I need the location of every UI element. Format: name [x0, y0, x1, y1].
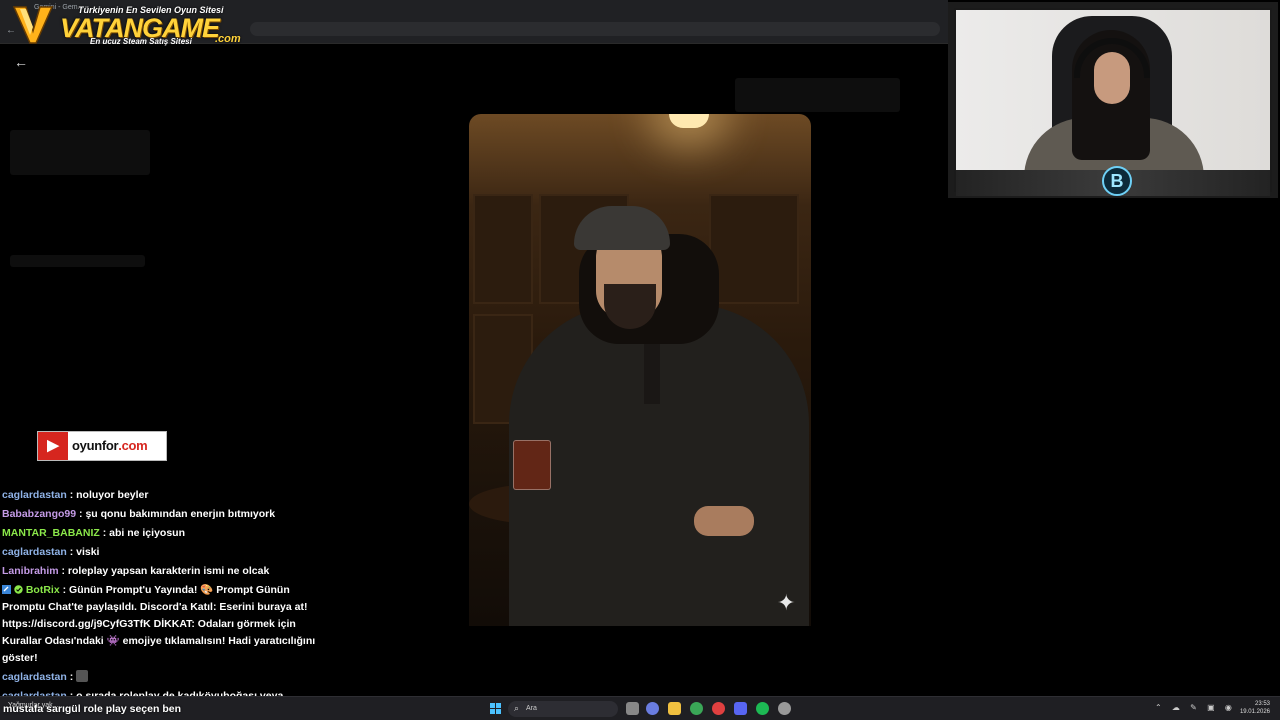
chat-text: : viski: [69, 546, 100, 558]
windows-start-icon[interactable]: [490, 703, 502, 715]
sidebar-ghost: [735, 78, 900, 112]
wood-panel: [709, 194, 799, 304]
vatangame-com: .com: [215, 33, 241, 45]
chrome-icon[interactable]: [690, 702, 703, 715]
chat-username: MANTAR_BABANIZ: [2, 527, 100, 539]
chat-username: caglardastan: [2, 489, 67, 501]
chat-username: caglardastan: [2, 546, 67, 558]
chat-message: Lanibrahim : roleplay yapsan karakterin …: [2, 563, 322, 580]
twitch-icon: ▶: [38, 432, 68, 460]
sidebar-ghost: [10, 255, 145, 267]
search-icon: ⌕: [514, 703, 520, 713]
chat-username: BotRix: [25, 584, 60, 596]
chat-message: Bababzango99 : şu qonu bakımından enerjı…: [2, 506, 322, 523]
clock[interactable]: 23:53 19.01.2026: [1240, 700, 1270, 716]
oyunfor-name-main: oyunfor: [72, 438, 119, 453]
back-arrow-icon[interactable]: ←: [14, 54, 28, 70]
chat-text: : roleplay yapsan karakterin ismi ne olc…: [61, 565, 270, 577]
file-explorer-icon[interactable]: [668, 702, 681, 715]
clock-date: 19.01.2026: [1239, 709, 1270, 715]
chat-text: :: [69, 671, 74, 683]
opera-icon[interactable]: [712, 702, 725, 715]
webcam-overlay: B: [948, 2, 1278, 198]
copilot-icon[interactable]: [646, 702, 659, 715]
emote-icon: [76, 670, 89, 682]
oyunfor-name-suffix: .com: [118, 438, 148, 453]
chat-username: Lanibrahim: [2, 565, 59, 577]
oyunfor-name: oyunfor.com: [72, 438, 148, 453]
chat-message: BotRix : Günün Prompt'u Yayında! 🎨 Promp…: [2, 582, 322, 667]
task-view-icon[interactable]: [626, 702, 639, 715]
chat-text: : şu qonu bakımından enerjın bıtmıyork: [79, 508, 276, 520]
wood-panel: [473, 194, 533, 304]
chat-overlay: caglardastan : noluyor beyler Bababzango…: [2, 487, 322, 707]
man-hand: [694, 506, 754, 536]
taskbar-search[interactable]: ⌕ Ara: [508, 701, 618, 717]
chat-text: : abi ne içiyosun: [102, 527, 185, 539]
address-bar[interactable]: [250, 22, 940, 36]
taskbar: Yağmurlar yak... ⌕ Ara ⌃ ☁ ✎ ▣ ◉ 23:53 1…: [0, 696, 1280, 720]
oyunfor-badge: ▶ oyunfor.com: [37, 431, 167, 461]
settings-icon[interactable]: [778, 702, 791, 715]
vatangame-logo: Türkiyenin En Sevilen Oyun Sitesi VATANG…: [12, 3, 242, 47]
chat-message: caglardastan : noluyor beyler: [2, 487, 322, 504]
whiskey-glass: [513, 440, 551, 490]
channel-logo-icon: B: [1102, 166, 1132, 196]
sidebar-ghost: [10, 130, 150, 175]
discord-icon[interactable]: [734, 702, 747, 715]
chat-message: MANTAR_BABANIZ : abi ne içiyosun: [2, 525, 322, 542]
chat-text: : Günün Prompt'u Yayında! 🎨 Prompt Günün…: [2, 584, 316, 664]
v-logo-icon: [12, 6, 54, 44]
lamp: [669, 114, 709, 128]
spotify-icon[interactable]: [756, 702, 769, 715]
generated-image[interactable]: [469, 114, 811, 626]
tray-icons[interactable]: ⌃ ☁ ✎ ▣ ◉: [1155, 703, 1236, 712]
clock-time: 23:53: [1254, 701, 1270, 707]
vatangame-subline: En ucuz Steam Satış Sitesi: [90, 37, 192, 46]
chat-text: : noluyor beyler: [69, 489, 149, 501]
chat-username: Bababzango99: [2, 508, 77, 520]
bot-badge-icon: [2, 585, 11, 594]
chat-message: caglardastan : viski: [2, 544, 322, 561]
verified-badge-icon: [14, 585, 23, 594]
chat-message: caglardastan :: [2, 669, 322, 686]
flat-cap: [574, 206, 670, 250]
search-placeholder: Ara: [526, 705, 537, 712]
chat-last-line: mustafa sarıgül role play seçen ben: [3, 703, 181, 715]
sparkle-icon[interactable]: ✦: [777, 590, 795, 616]
chat-username: caglardastan: [2, 671, 67, 683]
